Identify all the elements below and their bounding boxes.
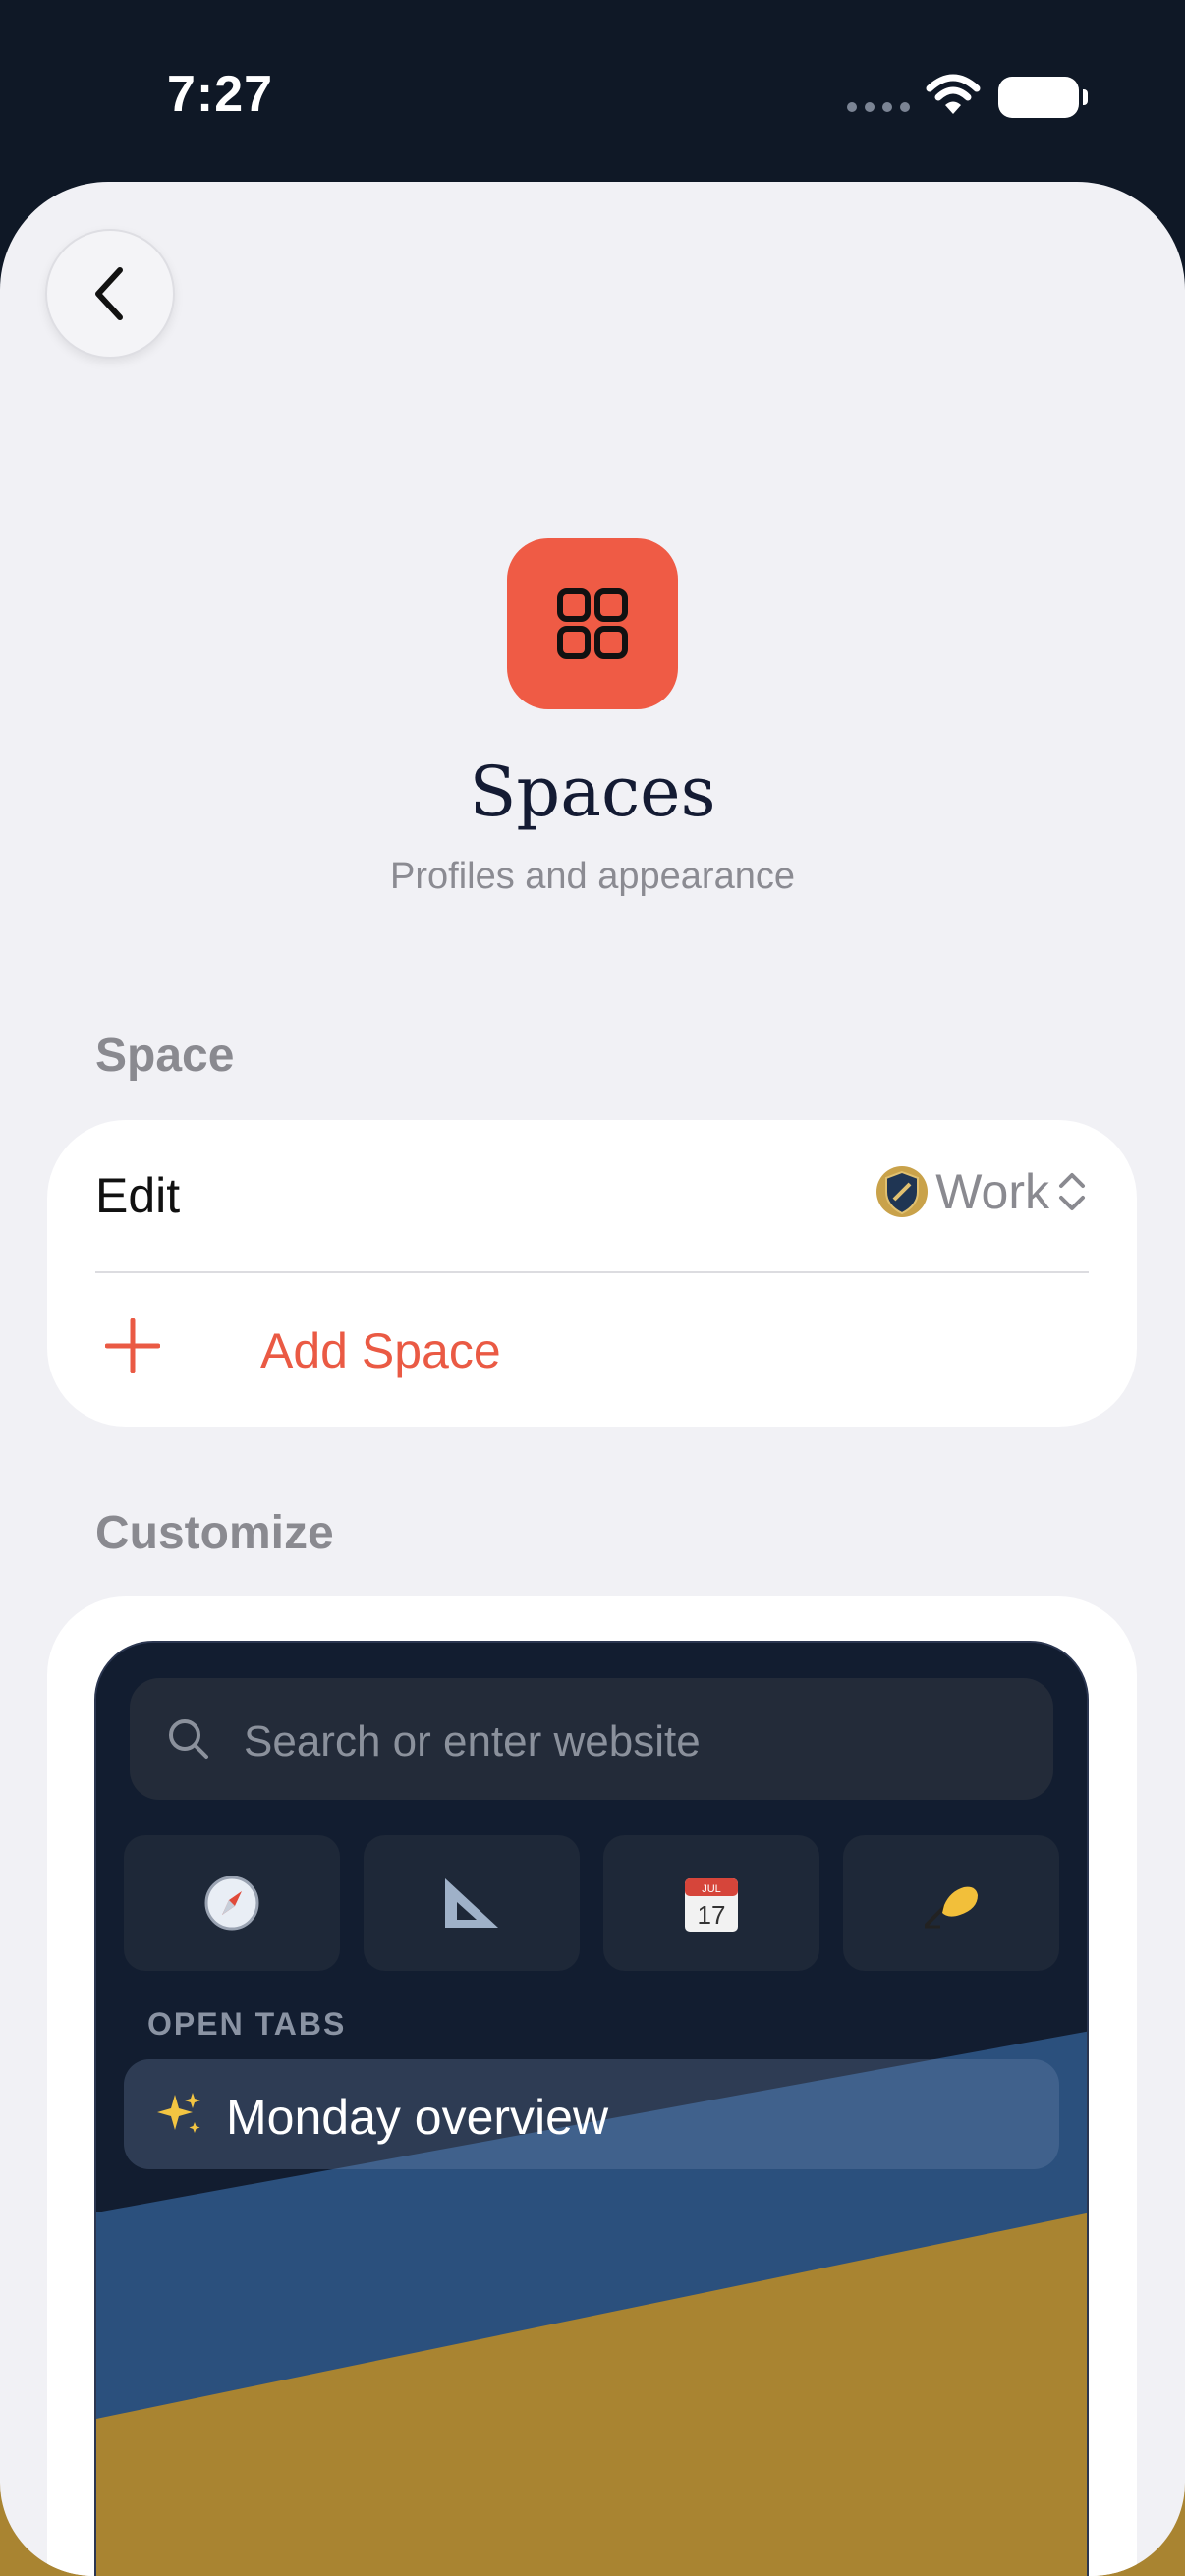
- theme-preview[interactable]: Search or enter website JUL 17 OPEN TABS…: [94, 1641, 1089, 2576]
- customize-card: Search or enter website JUL 17 OPEN TABS…: [47, 1596, 1137, 2576]
- shortcut-tile-ruler: [364, 1835, 580, 1971]
- shortcut-tile-calendar: JUL 17: [603, 1835, 819, 1971]
- settings-sheet: Spaces Profiles and appearance Space Edi…: [0, 182, 1185, 2576]
- plus-icon: [105, 1318, 160, 1373]
- wifi-icon: [926, 74, 981, 114]
- back-button[interactable]: [45, 229, 175, 359]
- sparkles-icon: [157, 2093, 200, 2133]
- battery-icon: [998, 77, 1088, 118]
- space-picker[interactable]: Work: [875, 1163, 1089, 1220]
- page-subtitle: Profiles and appearance: [390, 856, 795, 897]
- section-label-customize: Customize: [95, 1507, 334, 1559]
- shortcut-tiles: JUL 17: [124, 1835, 1059, 1971]
- page-title: Spaces: [469, 752, 716, 832]
- calendar-month: JUL: [702, 1883, 721, 1895]
- calendar-icon: JUL 17: [685, 1878, 738, 1932]
- calendar-day: 17: [698, 1900, 726, 1930]
- chevron-left-icon: [95, 267, 123, 320]
- chevron-up-down-icon: [1059, 1173, 1085, 1210]
- search-placeholder: Search or enter website: [244, 1717, 701, 1765]
- preview-tab-row: Monday overview: [124, 2059, 1059, 2169]
- compass-icon: [204, 1876, 259, 1931]
- preview-search-bar: Search or enter website: [130, 1678, 1053, 1800]
- writing-hand-icon: [925, 1886, 978, 1929]
- section-label-space: Space: [95, 1030, 235, 1082]
- add-space-row[interactable]: Add Space: [95, 1271, 1089, 1427]
- add-space-label: Add Space: [260, 1323, 501, 1378]
- space-card: Edit Work Add Space: [47, 1120, 1137, 1427]
- spaces-app-icon: [507, 538, 678, 709]
- open-tabs-label: OPEN TABS: [147, 2006, 347, 2042]
- triangle-ruler-icon: [445, 1878, 498, 1928]
- signal-dots-icon: [847, 102, 910, 112]
- status-time: 7:27: [167, 66, 274, 123]
- search-icon: [169, 1719, 208, 1759]
- edit-label: Edit: [95, 1168, 181, 1223]
- shortcut-tile-writing: [843, 1835, 1059, 1971]
- shield-badge-icon: [876, 1166, 929, 1217]
- edit-space-row[interactable]: Edit Work: [95, 1120, 1089, 1273]
- shortcut-tile-compass: [124, 1835, 340, 1971]
- current-space-name: Work: [935, 1164, 1049, 1219]
- grid-icon: [557, 588, 628, 659]
- tab-title: Monday overview: [226, 2090, 609, 2145]
- status-bar: 7:27: [0, 0, 1185, 187]
